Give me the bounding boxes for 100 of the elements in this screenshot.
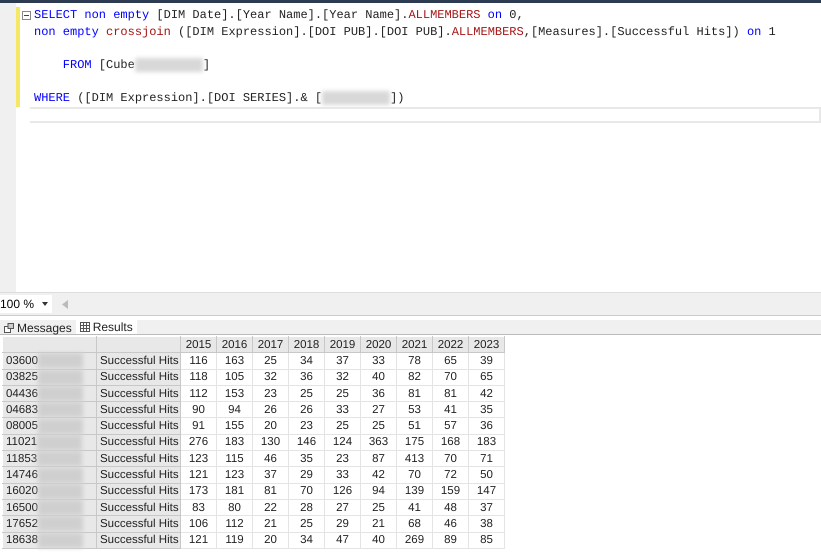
table-cell: 29 <box>324 516 360 532</box>
row-header[interactable]: 11853 <box>2 450 96 467</box>
table-cell: 50 <box>468 466 504 484</box>
table-cell: 22 <box>252 499 288 516</box>
table-cell: 48 <box>432 499 468 516</box>
row-header[interactable]: 08005 <box>2 418 96 434</box>
row-id: 16500 <box>6 500 38 515</box>
table-cell: 123 <box>216 466 252 484</box>
measure-cell[interactable]: Successful Hits <box>96 483 180 500</box>
column-header[interactable]: 2015 <box>180 336 216 353</box>
table-cell: 26 <box>252 402 288 418</box>
table-cell: 153 <box>216 385 252 402</box>
row-id: 11853 <box>6 452 38 466</box>
redacted-block <box>38 516 83 532</box>
table-cell: 32 <box>252 369 288 386</box>
table-cell: 130 <box>252 434 288 451</box>
table-cell: 47 <box>324 532 360 548</box>
table-cell: 81 <box>432 385 468 402</box>
table-cell: 35 <box>468 402 504 418</box>
table-cell: 121 <box>180 532 216 548</box>
caret-icon <box>42 302 48 306</box>
table-cell: 25 <box>324 385 360 402</box>
table-cell: 57 <box>432 418 468 434</box>
measure-cell[interactable]: Successful Hits <box>96 352 180 370</box>
measure-cell[interactable]: Successful Hits <box>96 466 180 484</box>
measure-cell[interactable]: Successful Hits <box>96 418 180 434</box>
table-cell: 112 <box>216 516 252 532</box>
table-cell: 94 <box>360 483 396 500</box>
table-cell: 105 <box>216 369 252 386</box>
table-cell: 116 <box>180 352 216 370</box>
table-cell: 20 <box>252 418 288 434</box>
measure-cell[interactable]: Successful Hits <box>96 532 180 548</box>
column-header[interactable]: 2021 <box>396 336 432 353</box>
table-cell: 33 <box>360 352 396 370</box>
measure-cell[interactable]: Successful Hits <box>96 434 180 451</box>
column-header[interactable]: 2019 <box>324 336 360 353</box>
table-cell: 139 <box>396 483 432 500</box>
row-header[interactable]: 04683 <box>2 402 96 418</box>
measure-cell[interactable]: Successful Hits <box>96 499 180 516</box>
table-cell: 70 <box>432 450 468 467</box>
row-header[interactable]: 18638 <box>2 532 96 548</box>
column-header[interactable]: 2020 <box>360 336 396 353</box>
table-cell: 413 <box>396 450 432 467</box>
column-header[interactable]: 2016 <box>216 336 252 353</box>
table-cell: 70 <box>396 466 432 484</box>
row-id: 08005 <box>6 419 38 434</box>
table-cell: 94 <box>216 402 252 418</box>
row-header[interactable]: 14746 <box>2 466 96 484</box>
redacted-block <box>38 532 83 548</box>
table-cell: 119 <box>216 532 252 548</box>
table-cell: 71 <box>468 450 504 467</box>
column-header[interactable]: 2023 <box>468 336 504 353</box>
row-id: 17652 <box>6 516 38 531</box>
table-cell: 20 <box>252 532 288 548</box>
row-id: 03600 <box>6 354 38 368</box>
table-cell: 51 <box>396 418 432 434</box>
measure-cell[interactable]: Successful Hits <box>96 402 180 418</box>
table-cell: 36 <box>360 385 396 402</box>
table-cell: 32 <box>324 369 360 386</box>
measure-cell[interactable]: Successful Hits <box>96 369 180 386</box>
table-cell: 115 <box>216 450 252 467</box>
results-tab[interactable]: Results <box>76 320 137 334</box>
table-cell: 53 <box>396 402 432 418</box>
measure-cell[interactable]: Successful Hits <box>96 516 180 532</box>
table-cell: 175 <box>396 434 432 451</box>
table-cell: 121 <box>180 466 216 484</box>
table-cell: 33 <box>324 466 360 484</box>
table-cell: 91 <box>180 418 216 434</box>
table-cell: 124 <box>324 434 360 451</box>
row-header[interactable]: 16500 <box>2 499 96 516</box>
row-header[interactable]: 04436 <box>2 385 96 402</box>
table-cell: 25 <box>360 418 396 434</box>
table-cell: 147 <box>468 483 504 500</box>
column-header[interactable]: 2018 <box>288 336 324 353</box>
measure-cell[interactable]: Successful Hits <box>96 385 180 402</box>
grid-icon <box>80 322 90 332</box>
table-cell: 37 <box>468 499 504 516</box>
redacted-block <box>38 402 83 418</box>
table-cell: 25 <box>288 516 324 532</box>
table-cell: 25 <box>252 352 288 370</box>
table-cell: 40 <box>360 369 396 386</box>
table-cell: 42 <box>468 385 504 402</box>
redacted-block <box>38 484 83 499</box>
measure-cell[interactable]: Successful Hits <box>96 450 180 467</box>
row-header[interactable]: 03825 <box>2 369 96 386</box>
table-cell: 89 <box>432 532 468 548</box>
table-cell: 41 <box>396 499 432 516</box>
table-cell: 81 <box>396 385 432 402</box>
table-cell: 34 <box>288 352 324 370</box>
table-cell: 27 <box>360 402 396 418</box>
collapse-icon[interactable] <box>22 11 31 20</box>
zoom-dropdown[interactable]: 100 % <box>0 295 52 313</box>
row-header[interactable]: 17652 <box>2 516 96 532</box>
row-header[interactable]: 16020 <box>2 483 96 500</box>
row-header[interactable]: 11021 <box>2 434 96 451</box>
column-header[interactable]: 2017 <box>252 336 288 353</box>
table-cell: 25 <box>324 418 360 434</box>
table-cell: 80 <box>216 499 252 516</box>
column-header[interactable]: 2022 <box>432 336 468 353</box>
row-header[interactable]: 03600 <box>2 352 96 370</box>
